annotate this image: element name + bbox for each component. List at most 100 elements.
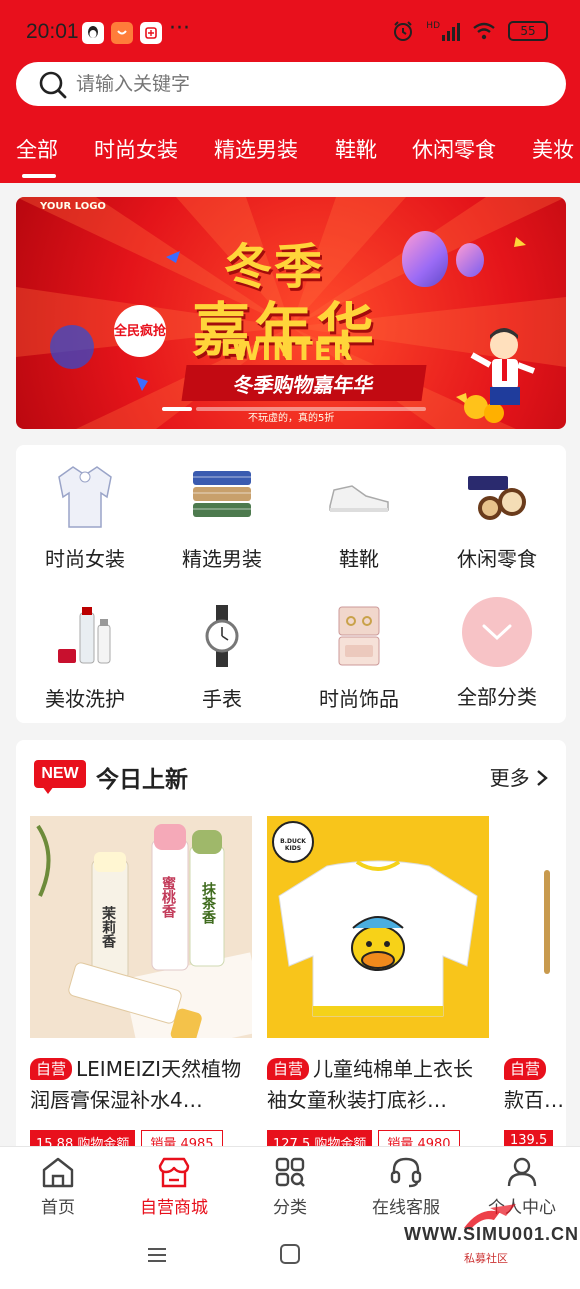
notification-icons — [82, 22, 162, 44]
battery-indicator: 55 — [508, 21, 548, 41]
banner-small-print: 不玩虚的，真的5折 — [248, 413, 335, 424]
nav-store[interactable]: 自营商城 — [116, 1155, 232, 1218]
nav-home[interactable]: 首页 — [0, 1155, 116, 1218]
product-image-text: 蜜桃香 — [160, 876, 176, 918]
banner-ribbon: 冬季购物嘉年华 — [181, 365, 427, 401]
product-title: 自营 儿童纯棉单上衣长袖女童秋装打底衫… — [267, 1054, 489, 1116]
pagination-active — [162, 407, 192, 411]
self-operated-tag: 自营 — [267, 1058, 310, 1080]
category-item-women[interactable]: 时尚女装 — [16, 449, 154, 579]
self-operated-tag: 自营 — [30, 1058, 73, 1080]
home-icon — [42, 1157, 74, 1188]
category-label: 手表 — [202, 687, 242, 711]
menu-icon[interactable] — [146, 1246, 168, 1264]
category-label: 美妆洗护 — [45, 687, 125, 711]
more-notifications: ··· — [169, 16, 190, 41]
sneaker-icon — [324, 461, 394, 531]
alarm-icon — [394, 21, 413, 41]
category-tabs: 全部 时尚女装 精选男装 鞋靴 休闲零食 美妆 — [0, 128, 580, 182]
qq-icon — [82, 22, 104, 44]
chevron-right-icon — [537, 770, 548, 786]
tab-beauty[interactable]: 美妆 — [532, 134, 574, 164]
nav-label: 分类 — [273, 1198, 307, 1218]
category-item-all[interactable]: 全部分类 — [428, 589, 566, 719]
status-bar: 20:01 ··· HD 55 — [0, 14, 580, 54]
more-label: 更多 — [489, 766, 530, 790]
product-image: 茉莉香 蜜桃香 抹茶香 — [30, 816, 252, 1038]
chevron-down-icon — [482, 624, 512, 641]
category-item-snacks[interactable]: 休闲零食 — [428, 449, 566, 579]
promo-banner[interactable]: YOUR LOGO 全民疯抢 冬季 嘉年华 WINTER 冬季购物嘉年华 不玩虚… — [16, 197, 566, 429]
category-item-shoes[interactable]: 鞋靴 — [290, 449, 428, 579]
balloon-graphic — [402, 231, 448, 287]
product-image — [504, 816, 566, 1038]
taobao-icon — [111, 22, 133, 44]
user-icon — [507, 1157, 537, 1187]
product-card[interactable]: B.DUCK KIDS 自营 儿童纯棉单上衣长袖女童秋装打底衫… 127.5 购物… — [267, 816, 489, 1150]
new-arrivals-section: NEW 今日上新 更多 茉莉香 蜜桃香 抹茶香 自营 LEIMEIZI天然植物润唇 — [16, 740, 566, 1150]
all-categories-button[interactable] — [462, 597, 532, 667]
tab-men[interactable]: 精选男装 — [214, 134, 298, 164]
headset-icon — [390, 1157, 422, 1188]
category-item-watch[interactable]: 手表 — [153, 589, 291, 719]
watermark: WWW.SIMU001.CN 私募社区 — [400, 1202, 580, 1282]
header: 20:01 ··· HD 55 请输入关键字 全部 时尚女装 精选男装 鞋靴 休… — [0, 0, 580, 183]
home-button[interactable] — [280, 1244, 300, 1264]
blouse-icon — [50, 461, 120, 531]
zhi-icon — [140, 22, 162, 44]
product-image-text: 抹茶香 — [200, 882, 216, 924]
category-item-men[interactable]: 精选男装 — [153, 449, 291, 579]
status-time: 20:01 — [26, 20, 79, 43]
cosmetics-icon — [50, 601, 120, 671]
category-label: 精选男装 — [182, 547, 262, 571]
balloon-graphic-small — [456, 243, 484, 277]
category-label: 时尚女装 — [45, 547, 125, 571]
tab-snacks[interactable]: 休闲零食 — [412, 134, 496, 164]
new-badge-tail — [42, 786, 54, 794]
product-card[interactable]: 茉莉香 蜜桃香 抹茶香 自营 LEIMEIZI天然植物润唇膏保湿补水4… 15.8… — [30, 816, 252, 1150]
more-link[interactable]: 更多 — [490, 762, 548, 791]
wifi-icon — [473, 22, 495, 40]
system-indicators: HD 55 — [392, 20, 548, 42]
search-icon — [39, 71, 67, 99]
nav-label: 首页 — [41, 1198, 75, 1218]
search-input[interactable] — [76, 62, 546, 106]
new-badge: NEW — [34, 760, 86, 788]
pagination-track — [196, 407, 426, 411]
banner-pagination — [162, 407, 426, 411]
shirts-icon — [187, 461, 257, 531]
nav-category[interactable]: 分类 — [232, 1155, 348, 1218]
category-grid: 时尚女装 精选男装 鞋靴 休闲零食 美妆洗护 手表 时尚饰品 全部分类 — [16, 445, 566, 723]
category-item-beauty[interactable]: 美妆洗护 — [16, 589, 154, 719]
product-title: 自营 LEIMEIZI天然植物润唇膏保湿补水4… — [30, 1054, 252, 1116]
banner-logo: YOUR LOGO — [40, 201, 106, 212]
category-label: 休闲零食 — [457, 547, 537, 571]
jewelry-box-icon — [324, 601, 394, 671]
product-image-text: B.DUCK KIDS — [280, 838, 306, 852]
store-icon — [158, 1157, 190, 1188]
watch-icon — [187, 601, 257, 671]
tab-all[interactable]: 全部 — [16, 134, 58, 164]
hd-label: HD — [426, 21, 440, 31]
category-label: 时尚饰品 — [319, 687, 399, 711]
self-operated-tag: 自营 — [504, 1058, 547, 1080]
category-label: 鞋靴 — [339, 547, 379, 571]
product-card[interactable]: 自营 款百… 139.5 — [504, 816, 566, 1150]
product-image-text: 茉莉香 — [100, 906, 116, 948]
cookies-icon — [462, 461, 532, 531]
cartoon-man-graphic — [470, 328, 536, 405]
tab-women[interactable]: 时尚女装 — [94, 134, 178, 164]
category-icon — [275, 1157, 305, 1187]
watermark-text: WWW.SIMU001.CN — [404, 1224, 580, 1244]
category-item-jewelry[interactable]: 时尚饰品 — [290, 589, 428, 719]
product-image: B.DUCK KIDS — [267, 816, 489, 1038]
active-tab-indicator — [22, 174, 56, 178]
watermark-subtext: 私募社区 — [464, 1252, 508, 1265]
search-bar[interactable] — [16, 62, 566, 106]
section-title: 今日上新 — [96, 767, 188, 793]
product-title: 自营款百… — [504, 1054, 566, 1116]
tab-shoes[interactable]: 鞋靴 — [335, 134, 377, 164]
product-title-text: 款百… — [504, 1088, 564, 1112]
category-label: 全部分类 — [457, 685, 537, 709]
banner-badge: 全民疯抢 — [114, 305, 166, 357]
